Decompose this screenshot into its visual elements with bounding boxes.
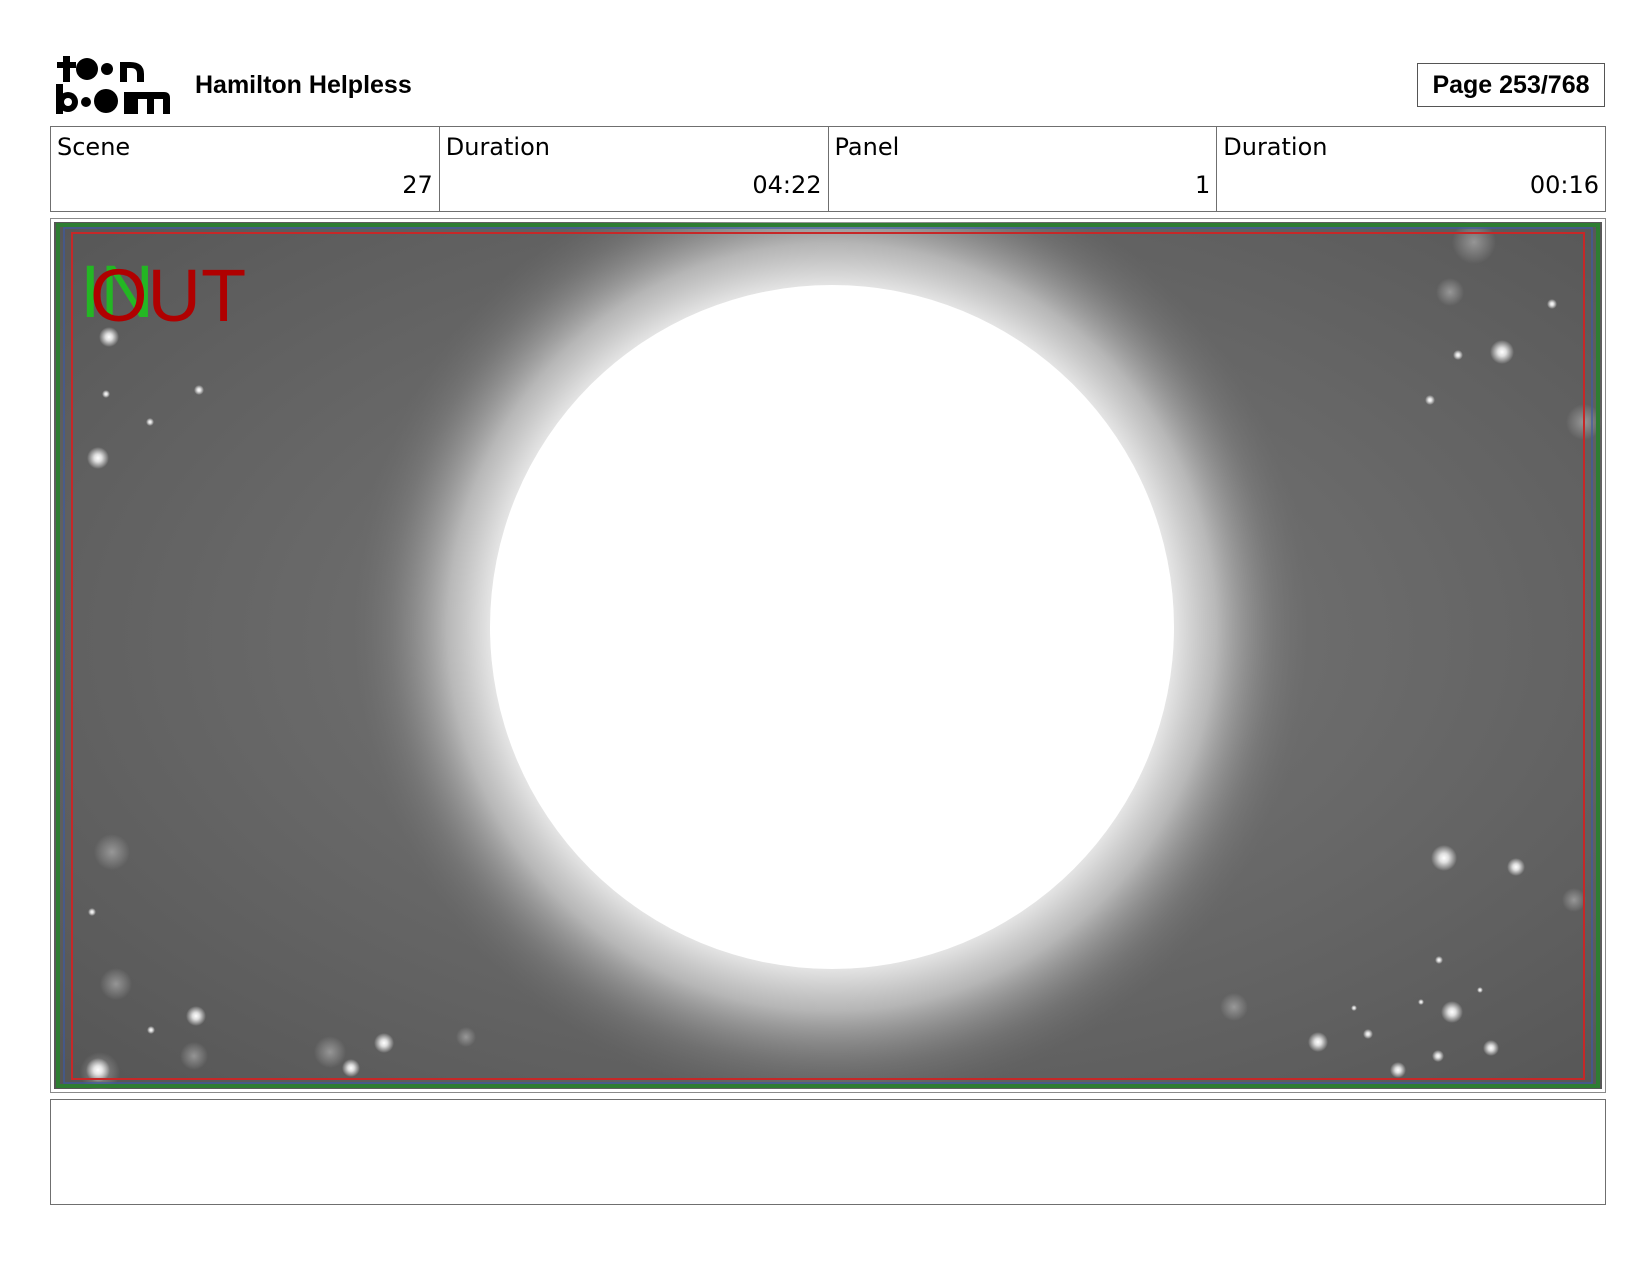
panel-image: IN OUT	[54, 222, 1602, 1089]
sparkle	[342, 1059, 360, 1077]
sparkle	[1547, 299, 1557, 309]
sparkle	[1507, 858, 1525, 876]
project-title: Hamilton Helpless	[195, 71, 412, 99]
page-indicator: Page 253/768	[1417, 63, 1605, 107]
sparkle	[102, 390, 110, 398]
sparkle	[374, 1033, 394, 1053]
sparkle	[87, 447, 109, 469]
haze-particle	[100, 968, 132, 1000]
panel-cell: Panel 1	[827, 127, 1217, 211]
sparkle	[147, 1026, 155, 1034]
sparkle	[1425, 395, 1435, 405]
haze-particle	[456, 1027, 476, 1047]
sparkle	[1453, 350, 1463, 360]
scene-info-table: Scene 27 Duration 04:22 Panel 1 Duration…	[50, 126, 1606, 212]
panel-frame: IN OUT	[50, 218, 1606, 1093]
haze-particle	[1436, 278, 1464, 306]
haze-particle	[1220, 993, 1248, 1021]
sparkle	[1390, 1062, 1406, 1078]
sparkle	[1431, 845, 1457, 871]
sparkle	[1435, 956, 1443, 964]
panel-value: 1	[1194, 171, 1211, 199]
sparkle	[186, 1006, 206, 1026]
scene-cell: Scene 27	[51, 127, 439, 211]
haze-particle	[94, 834, 130, 870]
panel-label: Panel	[834, 133, 900, 161]
sparkle	[1441, 1001, 1463, 1023]
toon-boom-logo-mark	[56, 56, 170, 114]
sparkle	[1477, 987, 1483, 993]
moon	[490, 285, 1174, 969]
sparkle	[1432, 1050, 1444, 1062]
scene-duration-label: Duration	[445, 133, 550, 161]
panel-artwork	[56, 222, 1602, 1089]
scene-duration-value: 04:22	[752, 171, 822, 199]
panel-duration-cell: Duration 00:16	[1216, 127, 1605, 211]
scene-value: 27	[402, 171, 433, 199]
out-marker: OUT	[90, 254, 247, 337]
sparkle	[1418, 999, 1424, 1005]
haze-particle	[180, 1042, 208, 1070]
sparkle	[146, 418, 154, 426]
sparkle	[1363, 1029, 1373, 1039]
sparkle	[1483, 1040, 1499, 1056]
sparkle	[1351, 1005, 1357, 1011]
scene-duration-cell: Duration 04:22	[438, 127, 828, 211]
scene-label: Scene	[57, 133, 131, 161]
toon-boom-logo	[54, 52, 172, 116]
panel-notes-box	[50, 1099, 1606, 1205]
panel-duration-label: Duration	[1223, 133, 1328, 161]
sparkle	[1308, 1032, 1328, 1052]
haze-particle	[314, 1036, 346, 1068]
sparkle	[1490, 340, 1514, 364]
sparkle	[88, 908, 96, 916]
sparkle	[194, 385, 204, 395]
haze-particle	[1562, 888, 1586, 912]
panel-duration-value: 00:16	[1529, 171, 1599, 199]
